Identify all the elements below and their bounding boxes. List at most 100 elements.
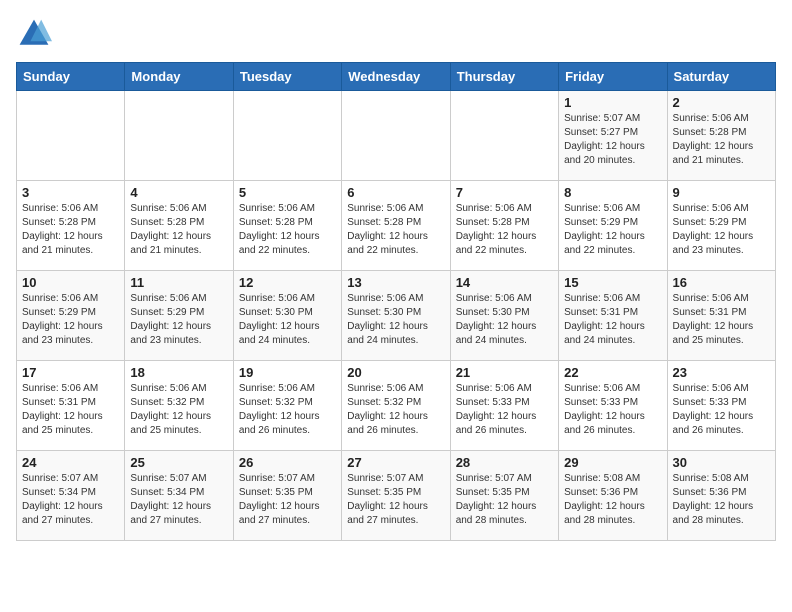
calendar-cell: 24 Sunrise: 5:07 AM Sunset: 5:34 PM Dayli… (17, 451, 125, 541)
week-row-3: 10 Sunrise: 5:06 AM Sunset: 5:29 PM Dayli… (17, 271, 776, 361)
day-number: 1 (564, 95, 661, 110)
day-info: Sunrise: 5:07 AM Sunset: 5:35 PM Dayligh… (456, 472, 553, 528)
calendar-cell: 21 Sunrise: 5:06 AM Sunset: 5:33 PM Dayli… (450, 361, 558, 451)
day-number: 8 (564, 185, 661, 200)
day-number: 30 (673, 455, 770, 470)
day-header-wednesday: Wednesday (342, 63, 450, 91)
day-number: 23 (673, 365, 770, 380)
day-header-monday: Monday (125, 63, 233, 91)
calendar-cell: 17 Sunrise: 5:06 AM Sunset: 5:31 PM Dayli… (17, 361, 125, 451)
calendar-cell: 25 Sunrise: 5:07 AM Sunset: 5:34 PM Dayli… (125, 451, 233, 541)
day-number: 14 (456, 275, 553, 290)
day-info: Sunrise: 5:08 AM Sunset: 5:36 PM Dayligh… (673, 472, 770, 528)
logo-icon (16, 16, 52, 52)
calendar-cell: 8 Sunrise: 5:06 AM Sunset: 5:29 PM Daylig… (559, 181, 667, 271)
calendar-cell (342, 91, 450, 181)
calendar-cell: 23 Sunrise: 5:06 AM Sunset: 5:33 PM Dayli… (667, 361, 775, 451)
day-number: 4 (130, 185, 227, 200)
calendar-cell: 15 Sunrise: 5:06 AM Sunset: 5:31 PM Dayli… (559, 271, 667, 361)
day-info: Sunrise: 5:07 AM Sunset: 5:35 PM Dayligh… (347, 472, 444, 528)
day-number: 10 (22, 275, 119, 290)
calendar-cell: 30 Sunrise: 5:08 AM Sunset: 5:36 PM Dayli… (667, 451, 775, 541)
calendar-cell: 4Sunrise: 5:06 AM Sunset: 5:28 PM Daylig… (125, 181, 233, 271)
day-info: Sunrise: 5:08 AM Sunset: 5:36 PM Dayligh… (564, 472, 661, 528)
calendar-cell: 10 Sunrise: 5:06 AM Sunset: 5:29 PM Dayli… (17, 271, 125, 361)
calendar-cell (125, 91, 233, 181)
day-number: 13 (347, 275, 444, 290)
day-info: Sunrise: 5:06 AM Sunset: 5:31 PM Dayligh… (564, 292, 661, 348)
week-row-4: 17 Sunrise: 5:06 AM Sunset: 5:31 PM Dayli… (17, 361, 776, 451)
day-info: Sunrise: 5:06 AM Sunset: 5:32 PM Dayligh… (347, 382, 444, 438)
calendar-table: SundayMondayTuesdayWednesdayThursdayFrid… (16, 62, 776, 541)
day-info: Sunrise: 5:06 AM Sunset: 5:32 PM Dayligh… (130, 382, 227, 438)
day-info: Sunrise: 5:06 AM Sunset: 5:28 PM Dayligh… (456, 202, 553, 258)
day-header-thursday: Thursday (450, 63, 558, 91)
calendar-cell (233, 91, 341, 181)
day-info: Sunrise: 5:07 AM Sunset: 5:27 PM Dayligh… (564, 112, 661, 168)
week-row-1: 1 Sunrise: 5:07 AM Sunset: 5:27 PM Daylig… (17, 91, 776, 181)
day-number: 20 (347, 365, 444, 380)
calendar-cell: 26Sunrise: 5:07 AM Sunset: 5:35 PM Dayli… (233, 451, 341, 541)
day-info: Sunrise: 5:06 AM Sunset: 5:33 PM Dayligh… (673, 382, 770, 438)
day-number: 12 (239, 275, 336, 290)
day-number: 24 (22, 455, 119, 470)
calendar-cell: 27 Sunrise: 5:07 AM Sunset: 5:35 PM Dayli… (342, 451, 450, 541)
day-header-saturday: Saturday (667, 63, 775, 91)
day-number: 11 (130, 275, 227, 290)
day-number: 2 (673, 95, 770, 110)
day-number: 3 (22, 185, 119, 200)
day-info: Sunrise: 5:06 AM Sunset: 5:28 PM Dayligh… (22, 202, 119, 258)
day-info: Sunrise: 5:06 AM Sunset: 5:28 PM Dayligh… (347, 202, 444, 258)
calendar-cell: 29 Sunrise: 5:08 AM Sunset: 5:36 PM Dayli… (559, 451, 667, 541)
day-info: Sunrise: 5:07 AM Sunset: 5:34 PM Dayligh… (22, 472, 119, 528)
calendar-cell (17, 91, 125, 181)
day-info: Sunrise: 5:06 AM Sunset: 5:30 PM Dayligh… (239, 292, 336, 348)
day-info: Sunrise: 5:06 AM Sunset: 5:33 PM Dayligh… (564, 382, 661, 438)
calendar-cell: 2 Sunrise: 5:06 AM Sunset: 5:28 PM Daylig… (667, 91, 775, 181)
day-info: Sunrise: 5:07 AM Sunset: 5:34 PM Dayligh… (130, 472, 227, 528)
calendar-cell: 28 Sunrise: 5:07 AM Sunset: 5:35 PM Dayli… (450, 451, 558, 541)
day-number: 19 (239, 365, 336, 380)
day-info: Sunrise: 5:06 AM Sunset: 5:29 PM Dayligh… (564, 202, 661, 258)
calendar-cell: 9Sunrise: 5:06 AM Sunset: 5:29 PM Daylig… (667, 181, 775, 271)
day-number: 7 (456, 185, 553, 200)
day-info: Sunrise: 5:06 AM Sunset: 5:29 PM Dayligh… (130, 292, 227, 348)
day-number: 22 (564, 365, 661, 380)
calendar-cell: 7 Sunrise: 5:06 AM Sunset: 5:28 PM Daylig… (450, 181, 558, 271)
day-number: 28 (456, 455, 553, 470)
logo (16, 16, 56, 52)
calendar-cell: 6 Sunrise: 5:06 AM Sunset: 5:28 PM Daylig… (342, 181, 450, 271)
day-info: Sunrise: 5:06 AM Sunset: 5:29 PM Dayligh… (673, 202, 770, 258)
calendar-cell: 19 Sunrise: 5:06 AM Sunset: 5:32 PM Dayli… (233, 361, 341, 451)
day-info: Sunrise: 5:06 AM Sunset: 5:29 PM Dayligh… (22, 292, 119, 348)
day-number: 15 (564, 275, 661, 290)
day-info: Sunrise: 5:06 AM Sunset: 5:28 PM Dayligh… (673, 112, 770, 168)
calendar-cell: 14 Sunrise: 5:06 AM Sunset: 5:30 PM Dayli… (450, 271, 558, 361)
calendar-cell: 1 Sunrise: 5:07 AM Sunset: 5:27 PM Daylig… (559, 91, 667, 181)
day-header-tuesday: Tuesday (233, 63, 341, 91)
day-number: 27 (347, 455, 444, 470)
week-row-2: 3 Sunrise: 5:06 AM Sunset: 5:28 PM Daylig… (17, 181, 776, 271)
day-header-sunday: Sunday (17, 63, 125, 91)
day-number: 6 (347, 185, 444, 200)
day-number: 25 (130, 455, 227, 470)
day-number: 18 (130, 365, 227, 380)
day-header-friday: Friday (559, 63, 667, 91)
calendar-cell: 12 Sunrise: 5:06 AM Sunset: 5:30 PM Dayli… (233, 271, 341, 361)
day-number: 29 (564, 455, 661, 470)
day-number: 26 (239, 455, 336, 470)
calendar-cell: 18 Sunrise: 5:06 AM Sunset: 5:32 PM Dayli… (125, 361, 233, 451)
day-number: 21 (456, 365, 553, 380)
calendar-cell: 5Sunrise: 5:06 AM Sunset: 5:28 PM Daylig… (233, 181, 341, 271)
day-info: Sunrise: 5:06 AM Sunset: 5:33 PM Dayligh… (456, 382, 553, 438)
day-info: Sunrise: 5:06 AM Sunset: 5:31 PM Dayligh… (22, 382, 119, 438)
day-number: 17 (22, 365, 119, 380)
day-info: Sunrise: 5:06 AM Sunset: 5:30 PM Dayligh… (456, 292, 553, 348)
calendar-cell: 16Sunrise: 5:06 AM Sunset: 5:31 PM Dayli… (667, 271, 775, 361)
calendar-cell: 3 Sunrise: 5:06 AM Sunset: 5:28 PM Daylig… (17, 181, 125, 271)
calendar-cell: 22 Sunrise: 5:06 AM Sunset: 5:33 PM Dayli… (559, 361, 667, 451)
calendar-cell: 11 Sunrise: 5:06 AM Sunset: 5:29 PM Dayli… (125, 271, 233, 361)
calendar-cell (450, 91, 558, 181)
week-row-5: 24 Sunrise: 5:07 AM Sunset: 5:34 PM Dayli… (17, 451, 776, 541)
day-info: Sunrise: 5:06 AM Sunset: 5:32 PM Dayligh… (239, 382, 336, 438)
